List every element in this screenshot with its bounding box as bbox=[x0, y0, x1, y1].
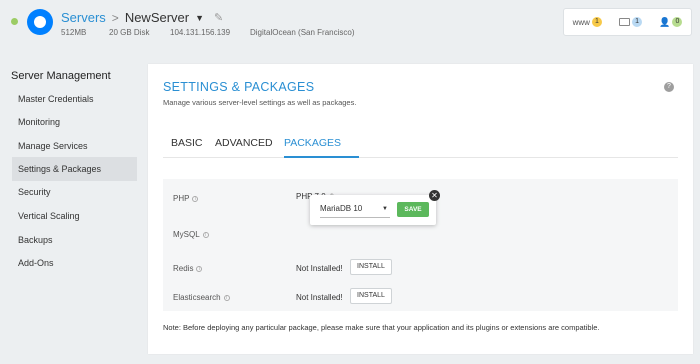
breadcrumb-servers-link[interactable]: Servers bbox=[61, 10, 106, 25]
folder-count-badge: 1 bbox=[632, 17, 643, 27]
caret-down-icon: ▼ bbox=[382, 206, 388, 212]
sidebar-item-master-credentials[interactable]: Master Credentials bbox=[12, 87, 137, 111]
tab-basic[interactable]: BASIC bbox=[171, 137, 203, 149]
page-subtitle: Manage various server-level settings as … bbox=[163, 98, 357, 107]
help-icon[interactable]: ? bbox=[664, 82, 674, 92]
info-icon[interactable]: i bbox=[223, 294, 230, 301]
elasticsearch-label: Elasticsearch bbox=[173, 293, 221, 302]
elasticsearch-status: Not Installed! bbox=[296, 293, 343, 302]
server-disk: 20 GB Disk bbox=[109, 28, 150, 37]
redis-status: Not Installed! bbox=[296, 264, 343, 273]
redis-install-button[interactable]: INSTALL bbox=[350, 259, 392, 275]
users-counter[interactable]: 👤 0 bbox=[659, 16, 683, 28]
folder-icon bbox=[619, 18, 631, 26]
www-count-badge: 1 bbox=[591, 17, 602, 27]
chevron-down-icon[interactable]: ▼ bbox=[195, 13, 204, 23]
sidebar-item-manage-services[interactable]: Manage Services bbox=[12, 134, 137, 158]
digitalocean-logo-icon bbox=[27, 9, 53, 35]
sidebar-item-backups[interactable]: Backups bbox=[12, 228, 137, 252]
elasticsearch-row-label: Elasticsearch i bbox=[173, 293, 230, 302]
mysql-version-select[interactable]: MariaDB 10 ▼ bbox=[320, 203, 390, 218]
server-ip: 104.131.156.139 bbox=[170, 28, 231, 37]
server-status-dot bbox=[11, 18, 18, 25]
save-button[interactable]: SAVE bbox=[397, 202, 429, 217]
settings-panel: SETTINGS & PACKAGES Manage various serve… bbox=[148, 64, 693, 354]
www-icon: www bbox=[572, 17, 590, 27]
www-counter[interactable]: www 1 bbox=[573, 17, 602, 27]
folder-counter[interactable]: 1 bbox=[619, 17, 643, 27]
mysql-select-value: MariaDB 10 bbox=[320, 204, 363, 213]
info-icon[interactable]: i bbox=[192, 195, 199, 202]
server-provider: DigitalOcean (San Francisco) bbox=[250, 28, 355, 37]
breadcrumb-separator: > bbox=[111, 10, 119, 25]
users-icon: 👤 bbox=[659, 16, 671, 27]
sidebar-title: Server Management bbox=[11, 70, 111, 82]
mysql-row-label: MySQL i bbox=[173, 230, 209, 239]
close-icon[interactable]: ✕ bbox=[429, 190, 440, 201]
tab-bar: BASIC ADVANCED PACKAGES bbox=[163, 130, 678, 158]
page-title: SETTINGS & PACKAGES bbox=[163, 80, 315, 94]
active-tab-indicator bbox=[284, 156, 359, 158]
sidebar-item-add-ons[interactable]: Add-Ons bbox=[12, 251, 137, 275]
packages-list: PHPi PHP 7.0✎ MySQLi MariaDB 10 ▼ SAVE ✕… bbox=[163, 179, 678, 311]
breadcrumb: Servers > NewServer ▼ ✎ bbox=[61, 10, 223, 25]
mysql-edit-popover: MariaDB 10 ▼ SAVE ✕ bbox=[310, 190, 440, 225]
server-ram: 512MB bbox=[61, 28, 87, 37]
mysql-label: MySQL bbox=[173, 230, 200, 239]
tab-advanced[interactable]: ADVANCED bbox=[215, 137, 273, 149]
tab-packages[interactable]: PACKAGES bbox=[284, 137, 341, 149]
redis-label: Redis bbox=[173, 264, 194, 273]
pencil-icon[interactable]: ✎ bbox=[214, 11, 223, 24]
users-count-badge: 0 bbox=[672, 17, 683, 27]
redis-row-label: Redis i bbox=[173, 264, 203, 273]
sidebar-item-vertical-scaling[interactable]: Vertical Scaling bbox=[12, 204, 137, 228]
php-label: PHP bbox=[173, 194, 190, 203]
sidebar-item-security[interactable]: Security bbox=[12, 180, 137, 204]
info-icon[interactable]: i bbox=[196, 265, 203, 272]
php-row-label: PHP i bbox=[173, 194, 199, 203]
sidebar-item-settings-packages[interactable]: Settings & Packages bbox=[12, 157, 137, 181]
resource-counters: www 1 1 👤 0 bbox=[563, 8, 692, 36]
server-name[interactable]: NewServer bbox=[125, 10, 189, 25]
info-icon[interactable]: i bbox=[202, 231, 209, 238]
compatibility-note: Note: Before deploying any particular pa… bbox=[163, 323, 600, 332]
elasticsearch-install-button[interactable]: INSTALL bbox=[350, 288, 392, 304]
sidebar-item-monitoring[interactable]: Monitoring bbox=[12, 110, 137, 134]
